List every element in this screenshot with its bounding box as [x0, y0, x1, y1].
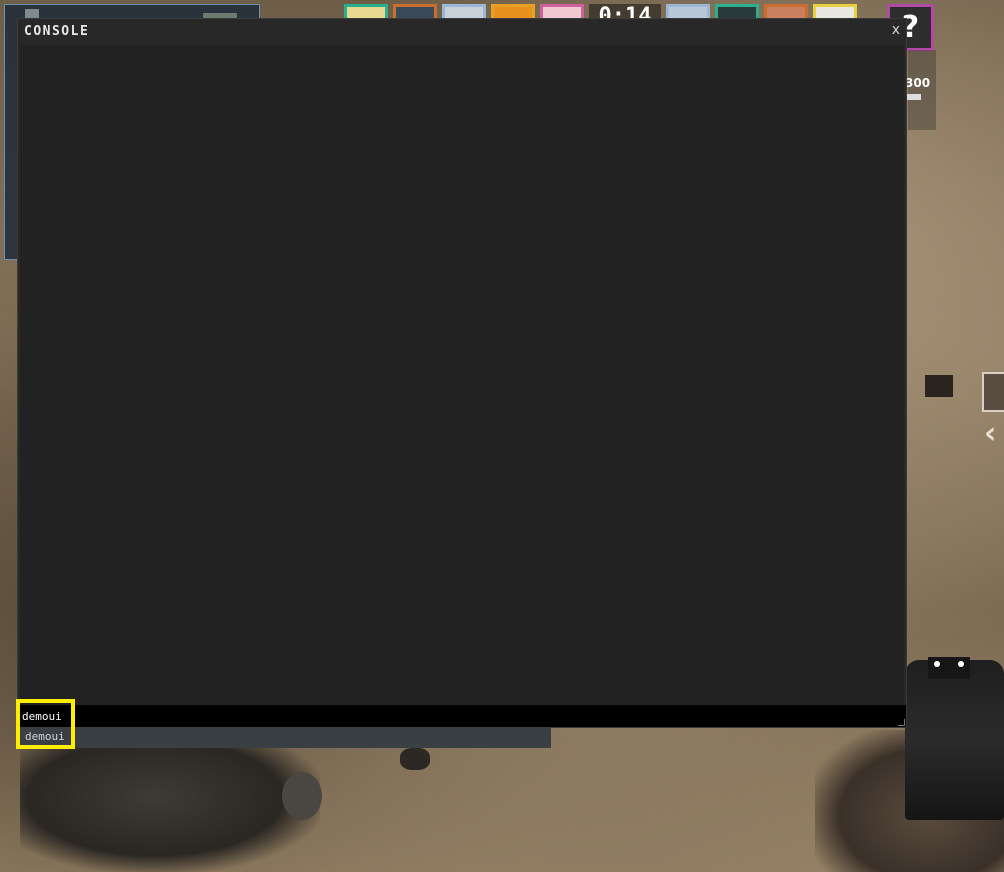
hud-side-panel	[908, 50, 936, 130]
console-input-row[interactable]	[18, 705, 906, 727]
pistol-sight	[928, 657, 970, 679]
console-window[interactable]: CONSOLE x	[17, 18, 907, 728]
console-output[interactable]	[20, 45, 904, 705]
knee-pad	[282, 772, 322, 820]
resize-grip[interactable]	[898, 719, 905, 726]
console-title[interactable]: CONSOLE	[24, 24, 89, 39]
autocomplete-dropdown[interactable]: demoui	[18, 727, 551, 748]
autocomplete-item[interactable]: demoui	[25, 730, 65, 743]
close-button[interactable]: x	[892, 22, 900, 38]
wall-sign	[982, 372, 1004, 412]
wall-vent	[925, 375, 953, 397]
money-readout: 300	[905, 76, 931, 90]
arrow-left-icon: ‹	[984, 416, 997, 451]
player-leg	[400, 748, 430, 770]
weapon-icon	[907, 94, 921, 100]
player-model	[20, 748, 320, 872]
console-input[interactable]	[22, 707, 892, 725]
viewmodel-pistol	[905, 660, 1004, 820]
